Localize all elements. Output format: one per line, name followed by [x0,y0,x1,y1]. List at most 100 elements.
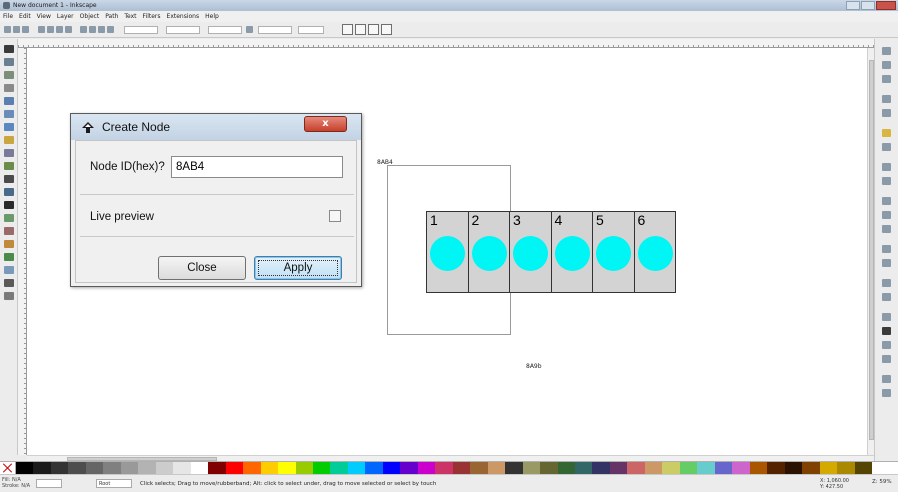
ellipse-tool-icon[interactable] [4,123,14,131]
palette-swatch[interactable] [138,462,157,474]
snap-scale-stroke-icon[interactable] [342,24,353,35]
unlink-clone-icon[interactable] [882,293,891,301]
lower-icon[interactable] [98,26,105,33]
new-document-icon[interactable] [882,47,891,55]
flip-horizontal-icon[interactable] [56,26,63,33]
cell-circle[interactable] [430,236,465,271]
menu-file[interactable]: File [3,11,13,22]
palette-swatch[interactable] [190,462,209,474]
connector-tool-icon[interactable] [4,279,14,287]
palette-swatch[interactable] [347,462,366,474]
palette-swatch[interactable] [749,462,768,474]
maximize-button[interactable] [861,1,875,10]
palette-swatch[interactable] [732,462,751,474]
palette-swatch[interactable] [312,462,331,474]
zoom-level[interactable]: Z: 59% [872,479,892,485]
cell-5[interactable]: 5 [593,212,635,292]
apply-button[interactable]: Apply [254,256,342,280]
node-id-input[interactable]: 8AB4 [171,156,343,178]
zoom-selection-icon[interactable] [882,211,891,219]
palette-swatch[interactable] [120,462,139,474]
raise-icon[interactable] [89,26,96,33]
zoom-page-icon[interactable] [882,245,891,253]
menu-edit[interactable]: Edit [19,11,31,22]
select-all-icon[interactable] [4,26,11,33]
palette-swatch[interactable] [540,462,559,474]
palette-swatch[interactable] [173,462,192,474]
units-select[interactable] [298,26,324,34]
selector-tool-icon[interactable] [4,45,14,53]
undo-icon[interactable] [882,143,891,151]
palette-swatch[interactable] [609,462,628,474]
text-font-icon[interactable] [882,327,891,335]
palette-swatch[interactable] [16,462,34,474]
palette-swatch[interactable] [103,462,122,474]
cell-strip[interactable]: 1 2 3 4 5 6 [426,211,676,293]
cell-6[interactable]: 6 [635,212,676,292]
menu-help[interactable]: Help [205,11,219,22]
palette-swatch[interactable] [225,462,244,474]
measure-tool-icon[interactable] [4,292,14,300]
height-field[interactable] [258,26,292,34]
live-preview-checkbox[interactable] [329,210,341,222]
rectangle-tool-icon[interactable] [4,97,14,105]
cell-1[interactable]: 1 [427,212,469,292]
palette-swatch[interactable] [260,462,279,474]
lock-icon[interactable] [246,26,253,33]
no-paint-swatch[interactable] [0,462,16,474]
palette-swatch[interactable] [452,462,471,474]
x-field[interactable] [124,26,158,34]
paint-bucket-tool-icon[interactable] [4,240,14,248]
width-field[interactable] [208,26,242,34]
palette-swatch[interactable] [33,462,52,474]
copy-icon[interactable] [882,177,891,185]
cell-circle[interactable] [554,236,590,271]
rotate-ccw-icon[interactable] [38,26,45,33]
save-icon[interactable] [882,75,891,83]
tweak-tool-icon[interactable] [4,71,14,79]
palette-swatch[interactable] [802,462,821,474]
zoom-drawing-icon[interactable] [882,225,891,233]
spiral-tool-icon[interactable] [4,149,14,157]
eraser-tool-icon[interactable] [4,227,14,235]
palette-swatch[interactable] [400,462,419,474]
palette-swatch[interactable] [592,462,611,474]
xml-editor-icon[interactable] [882,341,891,349]
raise-to-top-icon[interactable] [80,26,87,33]
palette-swatch[interactable] [68,462,87,474]
palette-swatch[interactable] [837,462,856,474]
spray-tool-icon[interactable] [4,214,14,222]
fill-stroke-indicator[interactable]: Fill: N/A Stroke: N/A [2,477,32,490]
palette-swatch[interactable] [767,462,786,474]
cell-3[interactable]: 3 [510,212,552,292]
close-button[interactable]: Close [158,256,246,280]
gradient-tool-icon[interactable] [4,253,14,261]
palette-swatch[interactable] [278,462,296,474]
select-all-layers-icon[interactable] [13,26,20,33]
palette-swatch[interactable] [784,462,803,474]
dropper-tool-icon[interactable] [4,266,14,274]
minimize-button[interactable] [846,1,860,10]
snap-patterns-icon[interactable] [381,24,392,35]
pen-tool-icon[interactable] [4,175,14,183]
star-tool-icon[interactable] [4,136,14,144]
zoom-tool-icon[interactable] [4,84,14,92]
palette-swatch[interactable] [557,462,576,474]
palette-swatch[interactable] [382,462,401,474]
menu-text[interactable]: Text [124,11,136,22]
menu-layer[interactable]: Layer [57,11,74,22]
group-icon[interactable] [882,313,891,321]
menu-path[interactable]: Path [105,11,118,22]
preferences-icon[interactable] [882,375,891,383]
import-icon[interactable] [882,109,891,117]
snap-gradients-icon[interactable] [368,24,379,35]
palette-swatch[interactable] [243,462,262,474]
palette-swatch[interactable] [819,462,838,474]
palette-swatches[interactable] [16,462,898,474]
pencil-tool-icon[interactable] [4,162,14,170]
snap-scale-corners-icon[interactable] [355,24,366,35]
palette-swatch[interactable] [854,462,873,474]
cell-circle[interactable] [596,236,631,271]
clone-icon[interactable] [882,279,891,287]
palette-swatch[interactable] [155,462,174,474]
